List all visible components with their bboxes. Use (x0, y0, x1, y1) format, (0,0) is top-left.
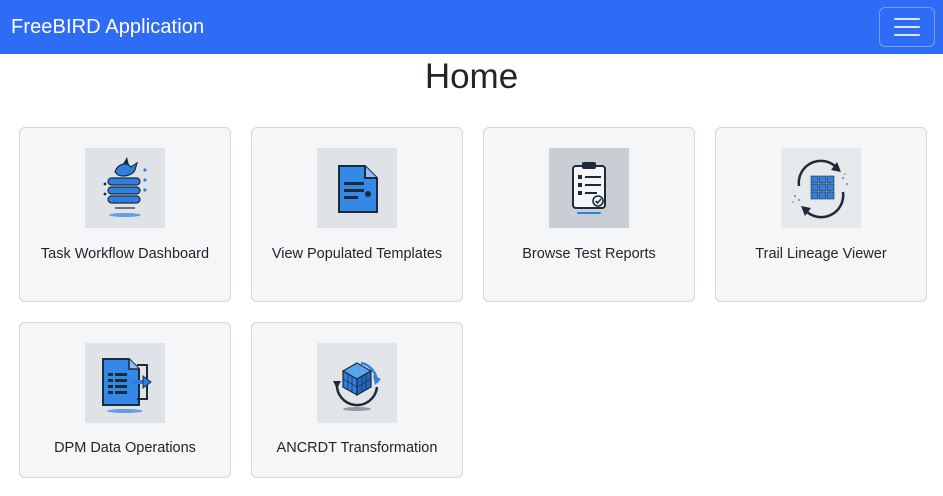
cube-transform-icon (317, 343, 397, 423)
top-navbar: FreeBIRD Application (0, 0, 943, 54)
card-dpm-data-operations[interactable]: DPM Data Operations (19, 322, 231, 478)
card-label: Task Workflow Dashboard (40, 246, 210, 262)
card-task-workflow-dashboard[interactable]: Task Workflow Dashboard (19, 127, 231, 302)
card-label: View Populated Templates (271, 246, 443, 262)
card-browse-test-reports[interactable]: Browse Test Reports (483, 127, 695, 302)
document-icon (317, 148, 397, 228)
menu-toggle-button[interactable] (879, 7, 935, 47)
hamburger-icon-bar (894, 26, 920, 28)
card-label: DPM Data Operations (54, 440, 196, 456)
card-label: ANCRDT Transformation (276, 440, 438, 456)
card-label: Browse Test Reports (522, 246, 656, 262)
card-ancrdt-transformation[interactable]: ANCRDT Transformation (251, 322, 463, 478)
bird-database-icon (85, 148, 165, 228)
card-view-populated-templates[interactable]: View Populated Templates (251, 127, 463, 302)
page-title: Home (424, 57, 519, 96)
brand-link[interactable]: FreeBIRD Application (11, 16, 204, 39)
card-label: Trail Lineage Viewer (755, 246, 887, 262)
data-cube-cycle-icon (781, 148, 861, 228)
hamburger-icon-bar (894, 34, 920, 36)
card-trail-lineage-viewer[interactable]: Trail Lineage Viewer (715, 127, 927, 302)
hamburger-icon (894, 18, 920, 20)
data-table-export-icon (85, 343, 165, 423)
clipboard-checklist-icon (549, 148, 629, 228)
